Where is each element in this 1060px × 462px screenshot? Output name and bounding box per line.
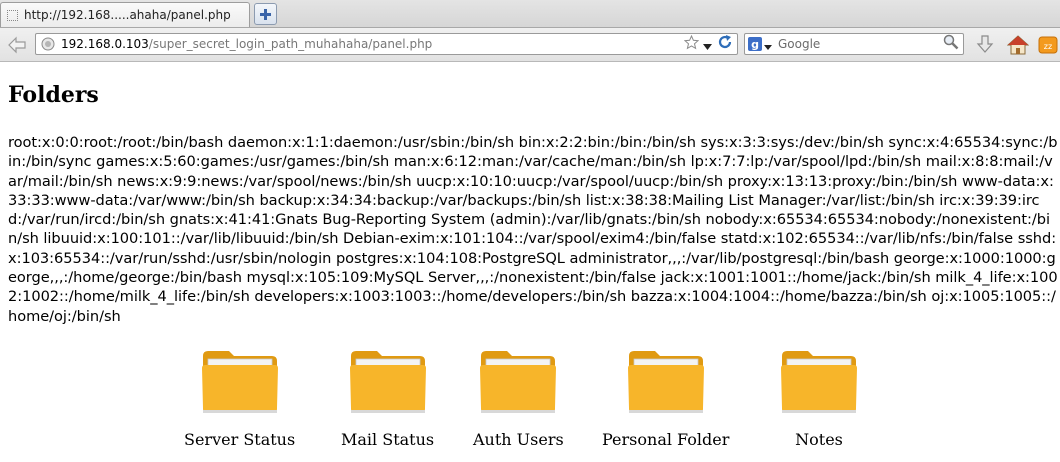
url-host: 192.168.0.103 xyxy=(61,37,149,51)
home-button[interactable] xyxy=(1005,33,1031,57)
url-path: /super_secret_login_path_muhahaha/panel.… xyxy=(148,37,433,51)
folder-icon xyxy=(201,351,278,413)
download-button[interactable] xyxy=(972,33,998,57)
folder-notes[interactable]: Notes xyxy=(780,348,858,449)
bookmark-star-icon[interactable] xyxy=(683,34,700,54)
svg-text:zz: zz xyxy=(1044,42,1052,51)
passwd-dump-text: root:x:0:0:root:/root:/bin/bash daemon:x… xyxy=(8,134,1058,325)
tab-title: http://192.168.....ahaha/panel.php xyxy=(24,8,231,22)
home-icon xyxy=(1007,35,1029,55)
folder-personal-folder[interactable]: Personal Folder xyxy=(602,348,729,449)
page-title: Folders xyxy=(8,82,99,108)
folder-icon xyxy=(480,351,557,413)
search-engine-icon[interactable]: g xyxy=(748,37,762,51)
browser-tab[interactable]: http://192.168.....ahaha/panel.php xyxy=(0,2,250,27)
folder-icon xyxy=(627,351,704,413)
folder-server-status[interactable]: Server Status xyxy=(184,348,295,449)
search-bar[interactable]: g xyxy=(744,33,964,55)
addon-icon: zz xyxy=(1038,36,1058,54)
back-button[interactable] xyxy=(4,33,30,57)
tab-strip: http://192.168.....ahaha/panel.php xyxy=(0,0,1060,28)
blank-page-icon xyxy=(7,9,18,21)
engine-dropdown-icon[interactable] xyxy=(764,35,772,54)
search-input[interactable] xyxy=(778,37,943,51)
site-identity-icon[interactable] xyxy=(40,36,56,52)
magnifier-icon[interactable] xyxy=(943,34,959,54)
folder-label[interactable]: Notes xyxy=(795,430,843,449)
addon-button[interactable]: zz xyxy=(1035,33,1060,57)
page-content: Folders xyxy=(8,82,1058,108)
url-bar[interactable]: 192.168.0.103/super_secret_login_path_mu… xyxy=(35,33,738,55)
folder-label[interactable]: Server Status xyxy=(184,430,295,449)
url-text[interactable]: 192.168.0.103/super_secret_login_path_mu… xyxy=(61,37,684,51)
folder-icon xyxy=(781,351,857,413)
folder-auth-users[interactable]: Auth Users xyxy=(473,348,564,449)
new-tab-icon xyxy=(260,8,271,20)
folder-mail-status[interactable]: Mail Status xyxy=(341,348,434,449)
new-tab-button[interactable] xyxy=(254,3,277,25)
reload-icon[interactable] xyxy=(717,34,733,54)
back-icon xyxy=(8,36,26,54)
download-icon xyxy=(976,35,994,53)
navigation-toolbar: 192.168.0.103/super_secret_login_path_mu… xyxy=(0,28,1060,62)
url-dropdown-icon[interactable] xyxy=(703,35,712,54)
folder-label[interactable]: Mail Status xyxy=(341,430,434,449)
folder-label[interactable]: Personal Folder xyxy=(602,430,729,449)
folder-label[interactable]: Auth Users xyxy=(473,430,564,449)
folder-icon xyxy=(349,351,426,413)
